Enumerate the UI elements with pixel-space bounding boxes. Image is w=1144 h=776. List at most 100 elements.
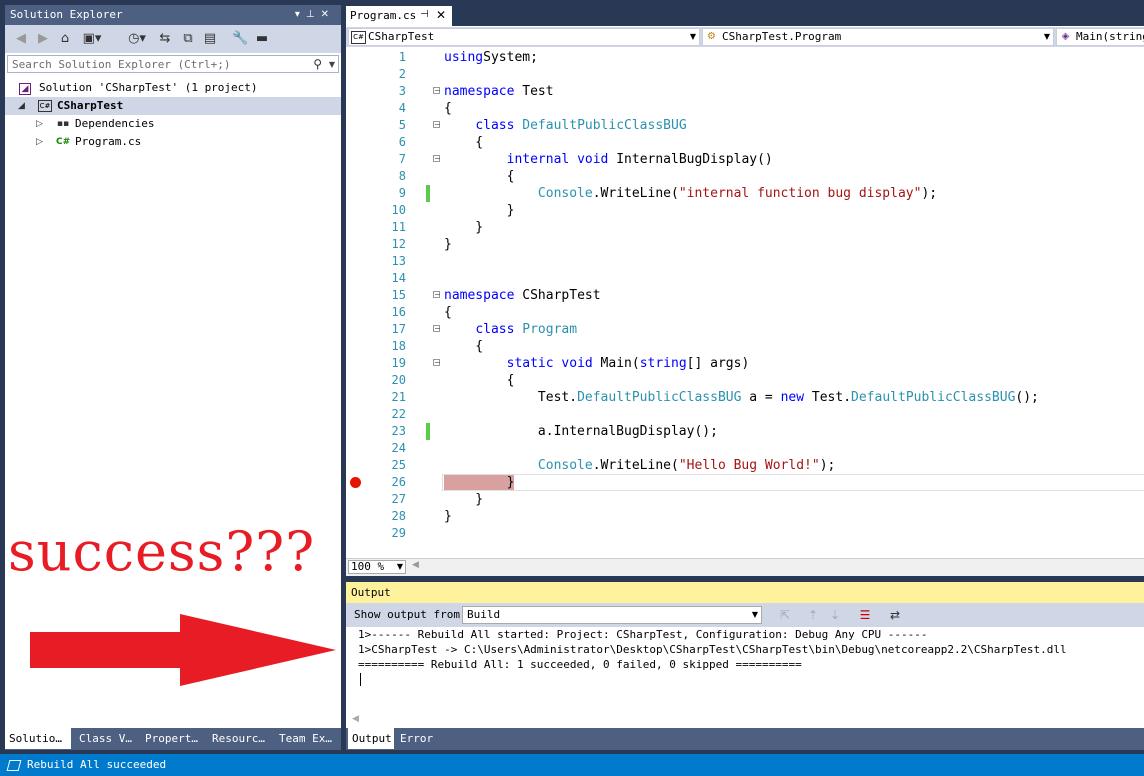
back-icon[interactable]: ◀ xyxy=(13,30,29,48)
code-token: class xyxy=(475,118,515,133)
pending-changes-filter-icon[interactable]: ◷▾ xyxy=(125,30,149,48)
pin-icon[interactable]: ⊥ xyxy=(306,9,321,20)
sync-view-icon[interactable]: ▣▾ xyxy=(79,30,105,48)
code-line[interactable]: 16 { xyxy=(346,304,1144,321)
tab-resource-view[interactable]: Resourc… xyxy=(208,728,274,749)
collapse-icon[interactable]: − xyxy=(433,87,441,95)
find-message-icon[interactable]: ⇱ xyxy=(776,607,794,623)
previous-message-icon[interactable]: ⇡ xyxy=(804,607,822,623)
code-line[interactable]: 5 − class DefaultPublicClassBUG xyxy=(346,117,1144,134)
scroll-left-icon[interactable]: ◀ xyxy=(352,714,359,724)
code-line[interactable]: 3 − namespace Test xyxy=(346,83,1144,100)
close-icon[interactable]: ✕ xyxy=(436,8,446,22)
code-line[interactable]: 7 − internal void InternalBugDisplay() xyxy=(346,151,1144,168)
collapse-icon[interactable]: − xyxy=(433,359,441,367)
class-icon: ⚙ xyxy=(707,31,716,42)
tab-error-list[interactable]: Error List xyxy=(396,728,466,766)
code-line[interactable]: 11 } xyxy=(346,219,1144,236)
show-all-files-icon[interactable]: ▤ xyxy=(202,30,218,48)
tree-item-program-cs[interactable]: ▷ C# Program.cs xyxy=(5,133,341,151)
dropdown-icon[interactable]: ▾ xyxy=(295,9,306,20)
code-line[interactable]: 13 xyxy=(346,253,1144,270)
code-line[interactable]: 8 { xyxy=(346,168,1144,185)
code-line[interactable]: 26 } xyxy=(346,474,1144,491)
code-line[interactable]: 10 } xyxy=(346,202,1144,219)
collapse-icon[interactable]: − xyxy=(433,155,441,163)
chevron-down-icon[interactable]: ▼ xyxy=(752,607,758,623)
code-line[interactable]: 21 Test.DefaultPublicClassBUG a = new Te… xyxy=(346,389,1144,406)
code-line[interactable]: 9 Console.WriteLine("internal function b… xyxy=(346,185,1144,202)
collapse-icon[interactable]: − xyxy=(433,291,441,299)
chevron-down-icon[interactable]: ▼ xyxy=(329,56,335,74)
pin-icon[interactable]: ⊣ xyxy=(420,9,429,20)
code-text: { xyxy=(444,100,452,117)
code-line[interactable]: 24 xyxy=(346,440,1144,457)
code-editor[interactable]: 1 usingSystem; 2 3− namespace Test 4{5 − class… xyxy=(346,47,1144,558)
code-text: namespace Test xyxy=(444,83,554,100)
code-line[interactable]: 18 { xyxy=(346,338,1144,355)
scroll-left-icon[interactable]: ◀ xyxy=(412,560,419,570)
code-line[interactable]: 14 xyxy=(346,270,1144,287)
clear-all-icon[interactable]: ☰ xyxy=(856,607,874,623)
code-line[interactable]: 4{ xyxy=(346,100,1144,117)
collapse-all-icon[interactable]: ⧉ xyxy=(180,30,196,48)
zoom-dropdown[interactable]: 100 % ▼ xyxy=(348,560,406,574)
search-icon[interactable]: ⚲ xyxy=(313,55,322,73)
member-dropdown[interactable]: ◈ Main(string xyxy=(1056,28,1144,46)
tab-team-explorer[interactable]: Team Ex… xyxy=(275,728,341,749)
close-icon[interactable]: ✕ xyxy=(321,9,335,20)
code-line[interactable]: 20 { xyxy=(346,372,1144,389)
code-token: } xyxy=(444,475,515,490)
code-token: .WriteLine( xyxy=(592,186,679,201)
collapsed-triangle-icon[interactable]: ▷ xyxy=(36,133,43,151)
forward-icon[interactable]: ▶ xyxy=(35,30,51,48)
collapsed-triangle-icon[interactable]: ▷ xyxy=(36,115,43,133)
toggle-word-wrap-icon[interactable]: ⇄ xyxy=(886,607,904,623)
code-line[interactable]: 28} xyxy=(346,508,1144,525)
solution-explorer-search-input[interactable]: Search Solution Explorer (Ctrl+;) ⚲ ▼ xyxy=(7,55,339,73)
code-line[interactable]: 22 xyxy=(346,406,1144,423)
preview-icon[interactable]: ▬ xyxy=(254,30,270,48)
collapse-icon[interactable]: − xyxy=(433,121,441,129)
project-dropdown[interactable]: C# CSharpTest ▼ xyxy=(348,28,700,46)
output-line: 1>------ Rebuild All started: Project: C… xyxy=(358,628,928,641)
chevron-down-icon[interactable]: ▼ xyxy=(1044,29,1050,45)
code-line[interactable]: 25 Console.WriteLine("Hello Bug World!")… xyxy=(346,457,1144,474)
code-token: .WriteLine( xyxy=(592,458,679,473)
properties-wrench-icon[interactable]: 🔧 xyxy=(232,30,248,48)
code-line[interactable]: 2 xyxy=(346,66,1144,83)
code-line[interactable]: 19 − static void Main(string[] args) xyxy=(346,355,1144,372)
tab-output[interactable]: Output xyxy=(348,728,394,749)
tree-item-label: Solution 'CSharpTest' (1 project) xyxy=(39,81,258,94)
code-line[interactable]: 15 − namespace CSharpTest xyxy=(346,287,1144,304)
output-text-area[interactable]: 1>------ Rebuild All started: Project: C… xyxy=(346,628,1144,728)
tab-solution-explorer[interactable]: Solutio… xyxy=(5,728,71,749)
code-line[interactable]: 27 } xyxy=(346,491,1144,508)
code-line[interactable]: 6 { xyxy=(346,134,1144,151)
next-message-icon[interactable]: ⇣ xyxy=(826,607,844,623)
code-line[interactable]: 17 − class Program xyxy=(346,321,1144,338)
tree-item-project[interactable]: ◢ C# CSharpTest xyxy=(5,97,341,115)
breakpoint-icon[interactable] xyxy=(350,477,361,488)
home-icon[interactable]: ⌂ xyxy=(57,30,73,48)
line-number: 5 xyxy=(398,118,406,132)
tab-class-view[interactable]: Class V… xyxy=(75,728,139,749)
code-line[interactable]: 23 a.InternalBugDisplay(); xyxy=(346,423,1144,440)
panel-window-buttons[interactable]: ▾⊥✕ xyxy=(295,5,335,25)
code-line[interactable]: 12} xyxy=(346,236,1144,253)
tree-item-dependencies[interactable]: ▷ ▪▪ Dependencies xyxy=(5,115,341,133)
expanded-triangle-icon[interactable]: ◢ xyxy=(18,97,25,115)
document-tab-program-cs[interactable]: Program.cs ⊣ ✕ xyxy=(346,6,452,26)
class-dropdown[interactable]: ⚙ CSharpTest.Program ▼ xyxy=(702,28,1054,46)
chevron-down-icon[interactable]: ▼ xyxy=(397,561,403,573)
collapse-icon[interactable]: − xyxy=(433,325,441,333)
sync-icon[interactable]: ⇆ xyxy=(157,30,173,48)
tab-properties[interactable]: Propert… xyxy=(141,728,207,749)
code-line[interactable]: 29 xyxy=(346,525,1144,542)
tree-item-solution[interactable]: ◢ Solution 'CSharpTest' (1 project) xyxy=(5,79,341,97)
code-line[interactable]: 1 usingSystem; xyxy=(346,49,1144,66)
chevron-down-icon[interactable]: ▼ xyxy=(690,29,696,45)
output-source-dropdown[interactable]: Build ▼ xyxy=(462,606,762,624)
code-token: InternalBugDisplay() xyxy=(608,152,773,167)
